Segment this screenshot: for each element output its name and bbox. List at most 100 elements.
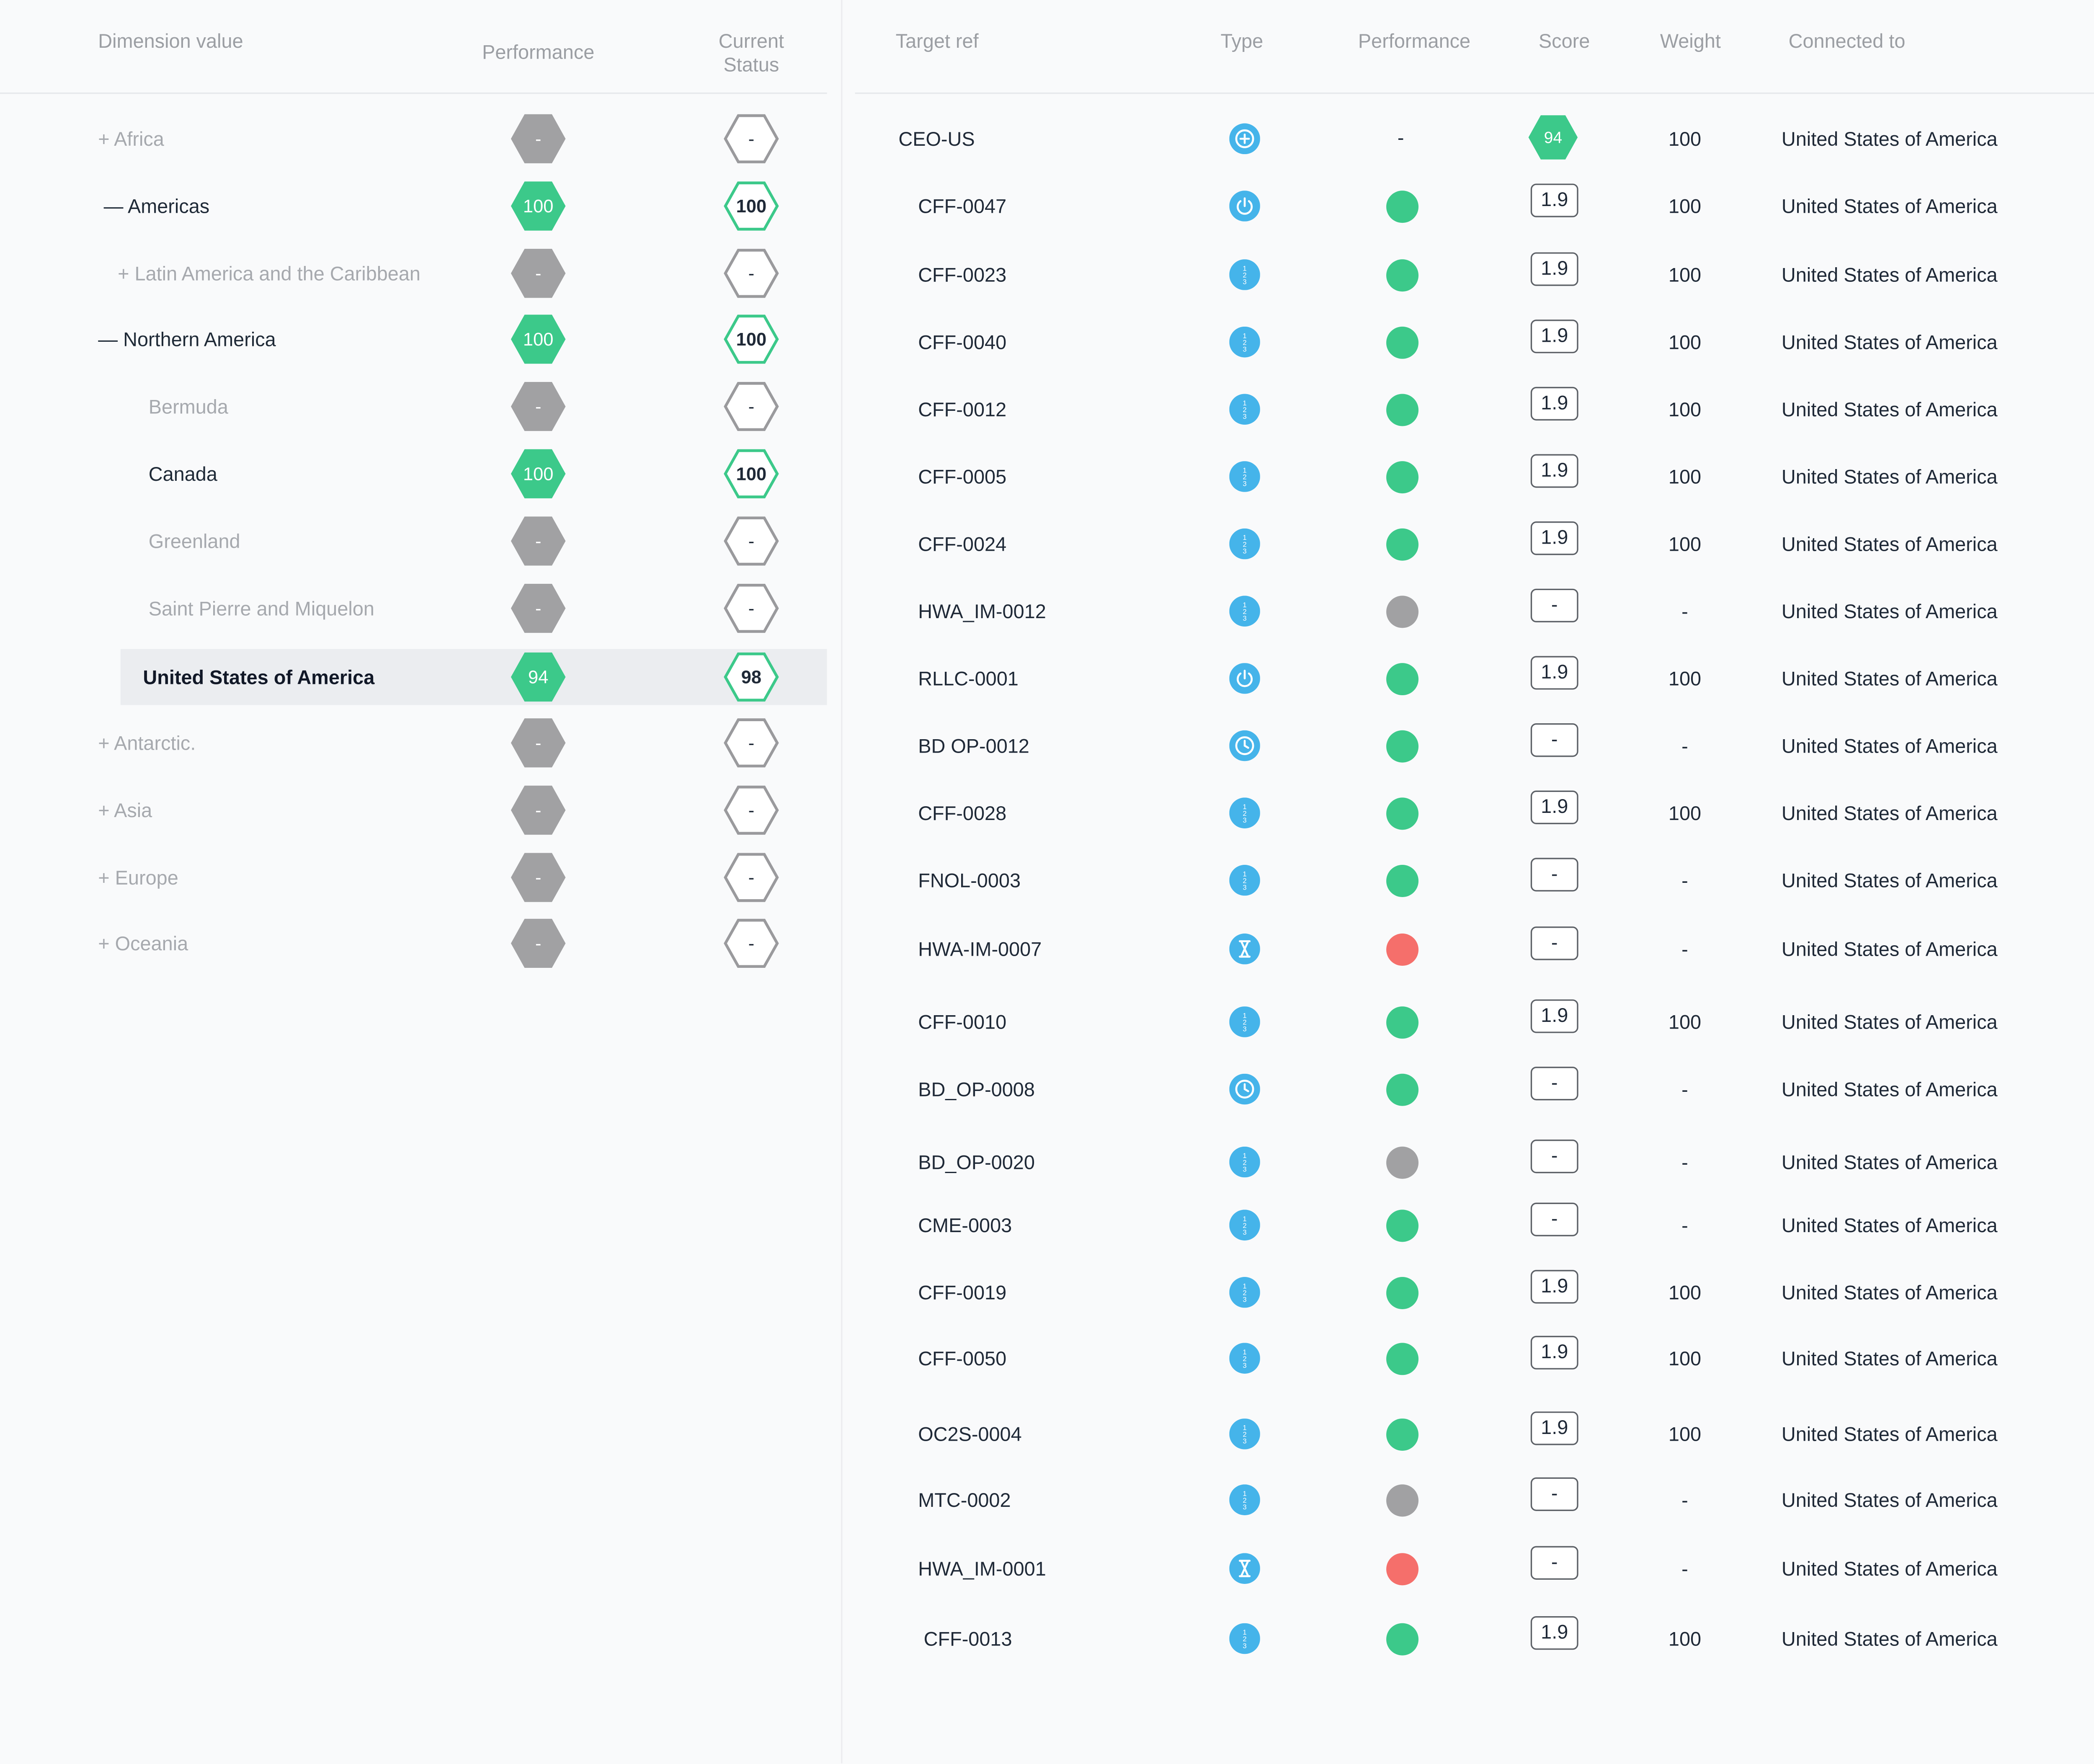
connected-to-value[interactable]: United States of America bbox=[1782, 533, 1998, 557]
dimension-row[interactable]: + Africa - - bbox=[0, 111, 841, 167]
score-box[interactable]: 1.9 bbox=[1530, 999, 1578, 1033]
dimension-label[interactable]: + Oceania bbox=[98, 932, 188, 956]
target-row[interactable]: CME-0003 1 2 3 - - United States of America bbox=[842, 1197, 2094, 1253]
dimension-label[interactable]: Greenland bbox=[149, 530, 240, 554]
score-box[interactable]: - bbox=[1530, 1546, 1578, 1580]
target-row[interactable]: BD_OP-0020 1 2 3 - - United States of America bbox=[842, 1134, 2094, 1190]
dimension-label[interactable]: — Northern America bbox=[98, 328, 276, 352]
dimension-row[interactable]: + Antarctic. - - bbox=[0, 715, 841, 771]
score-box[interactable]: 1.9 bbox=[1530, 1270, 1578, 1304]
target-row[interactable]: CFF-0050 1 2 3 1.9 100 United States of Americ… bbox=[842, 1330, 2094, 1386]
dimension-row[interactable]: + Oceania - - bbox=[0, 916, 841, 972]
connected-to-value[interactable]: United States of America bbox=[1782, 802, 1998, 825]
target-ref[interactable]: CFF-0028 bbox=[918, 802, 1006, 825]
target-ref[interactable]: MTC-0002 bbox=[918, 1488, 1011, 1512]
dimension-label[interactable]: + Africa bbox=[98, 128, 164, 152]
target-row[interactable]: HWA_IM-0012 1 2 3 - - United States of America bbox=[842, 583, 2094, 639]
target-ref[interactable]: CFF-0050 bbox=[918, 1347, 1006, 1371]
target-row[interactable]: CFF-0005 1 2 3 1.9 100 United States of Americ… bbox=[842, 449, 2094, 505]
connected-to-value[interactable]: United States of America bbox=[1782, 1488, 1998, 1512]
target-row[interactable]: CFF-0028 1 2 3 1.9 100 United States of Americ… bbox=[842, 785, 2094, 841]
score-box[interactable]: 1.9 bbox=[1530, 656, 1578, 690]
target-row[interactable]: HWA_IM-0001 - - United States of America bbox=[842, 1540, 2094, 1596]
target-ref[interactable]: CFF-0010 bbox=[918, 1011, 1006, 1034]
connected-to-value[interactable]: United States of America bbox=[1782, 1214, 1998, 1238]
connected-to-value[interactable]: United States of America bbox=[1782, 1281, 1998, 1305]
connected-to-value[interactable]: United States of America bbox=[1782, 869, 1998, 893]
score-box[interactable]: 1.9 bbox=[1530, 183, 1578, 217]
target-row[interactable]: CFF-0047 1.9 100 United States of America bbox=[842, 178, 2094, 234]
header-current-status[interactable]: Current Status bbox=[719, 29, 784, 77]
target-row[interactable]: CFF-0040 1 2 3 1.9 100 United States of Americ… bbox=[842, 314, 2094, 370]
score-box[interactable]: 1.9 bbox=[1530, 521, 1578, 555]
target-row[interactable]: CFF-0019 1 2 3 1.9 100 United States of Americ… bbox=[842, 1264, 2094, 1320]
target-ref[interactable]: CFF-0040 bbox=[918, 331, 1006, 355]
dimension-row[interactable]: — Americas 100 100 bbox=[0, 178, 841, 234]
target-row[interactable]: BD OP-0012 - - United States of America bbox=[842, 718, 2094, 774]
score-box[interactable]: 1.9 bbox=[1530, 1336, 1578, 1369]
connected-to-value[interactable]: United States of America bbox=[1782, 331, 1998, 355]
target-ref[interactable]: BD_OP-0020 bbox=[918, 1151, 1035, 1175]
connected-to-value[interactable]: United States of America bbox=[1782, 1151, 1998, 1175]
target-row[interactable]: HWA-IM-0007 - - United States of America bbox=[842, 921, 2094, 977]
target-row[interactable]: BD_OP-0008 - - United States of America bbox=[842, 1061, 2094, 1117]
target-ref[interactable]: CEO-US bbox=[898, 128, 975, 152]
target-row[interactable]: OC2S-0004 1 2 3 1.9 100 United States of Ameri… bbox=[842, 1406, 2094, 1462]
dimension-row[interactable]: + Latin America and the Caribbean - - bbox=[0, 245, 841, 302]
dimension-label[interactable]: United States of America bbox=[143, 666, 374, 690]
dimension-row[interactable]: + Asia - - bbox=[0, 782, 841, 838]
dimension-row[interactable]: Canada 100 100 bbox=[0, 446, 841, 502]
score-box[interactable]: - bbox=[1530, 1202, 1578, 1236]
score-box[interactable]: - bbox=[1530, 1140, 1578, 1173]
score-box[interactable]: 1.9 bbox=[1530, 320, 1578, 353]
score-box[interactable]: 1.9 bbox=[1530, 790, 1578, 824]
header-performance-targets[interactable]: Performance bbox=[1358, 29, 1470, 53]
connected-to-value[interactable]: United States of America bbox=[1782, 1347, 1998, 1371]
target-ref[interactable]: BD OP-0012 bbox=[918, 735, 1029, 758]
target-ref[interactable]: CFF-0005 bbox=[918, 465, 1006, 489]
connected-to-value[interactable]: United States of America bbox=[1782, 1423, 1998, 1447]
dimension-label[interactable]: Saint Pierre and Miquelon bbox=[149, 597, 374, 621]
connected-to-value[interactable]: United States of America bbox=[1782, 195, 1998, 219]
dimension-row[interactable]: United States of America 94 98 bbox=[0, 649, 841, 705]
connected-to-value[interactable]: United States of America bbox=[1782, 465, 1998, 489]
target-ref[interactable]: RLLC-0001 bbox=[918, 667, 1019, 691]
target-row[interactable]: CFF-0010 1 2 3 1.9 100 United States of Americ… bbox=[842, 994, 2094, 1050]
connected-to-value[interactable]: United States of America bbox=[1782, 938, 1998, 962]
target-ref[interactable]: HWA_IM-0001 bbox=[918, 1557, 1046, 1581]
dimension-label[interactable]: + Europe bbox=[98, 866, 178, 890]
target-row[interactable]: RLLC-0001 1.9 100 United States of America bbox=[842, 650, 2094, 707]
dimension-label[interactable]: + Antarctic. bbox=[98, 732, 196, 756]
dimension-row[interactable]: Saint Pierre and Miquelon - - bbox=[0, 580, 841, 637]
header-dimension-value[interactable]: Dimension value bbox=[98, 29, 243, 53]
target-ref[interactable]: CFF-0023 bbox=[918, 263, 1006, 287]
target-row[interactable]: CFF-0024 1 2 3 1.9 100 United States of Americ… bbox=[842, 516, 2094, 572]
target-ref[interactable]: BD_OP-0008 bbox=[918, 1078, 1035, 1102]
target-ref[interactable]: OC2S-0004 bbox=[918, 1423, 1021, 1447]
dimension-label[interactable]: Bermuda bbox=[149, 395, 228, 419]
dimension-label[interactable]: — Americas bbox=[104, 195, 210, 219]
target-row[interactable]: CFF-0013 1 2 3 1.9 100 United States of Americ… bbox=[842, 1611, 2094, 1667]
target-ref[interactable]: CFF-0019 bbox=[918, 1281, 1006, 1305]
dimension-row[interactable]: Greenland - - bbox=[0, 513, 841, 569]
dimension-label[interactable]: Canada bbox=[149, 462, 217, 486]
target-ref[interactable]: HWA_IM-0012 bbox=[918, 600, 1046, 624]
score-box[interactable]: - bbox=[1530, 858, 1578, 892]
target-row[interactable]: MTC-0002 1 2 3 - - United States of America bbox=[842, 1472, 2094, 1528]
header-score[interactable]: Score bbox=[1539, 29, 1590, 53]
target-row[interactable]: CFF-0023 1 2 3 1.9 100 United States of Americ… bbox=[842, 247, 2094, 303]
target-ref[interactable]: HWA-IM-0007 bbox=[918, 938, 1042, 962]
dimension-label[interactable]: + Asia bbox=[98, 799, 152, 823]
target-ref[interactable]: FNOL-0003 bbox=[918, 869, 1021, 893]
score-box[interactable]: - bbox=[1530, 1477, 1578, 1511]
dimension-row[interactable]: — Northern America 100 100 bbox=[0, 311, 841, 367]
target-ref[interactable]: CME-0003 bbox=[918, 1214, 1012, 1238]
target-ref[interactable]: CFF-0012 bbox=[918, 398, 1006, 422]
connected-to-value[interactable]: United States of America bbox=[1782, 1557, 1998, 1581]
connected-to-value[interactable]: United States of America bbox=[1782, 263, 1998, 287]
target-row[interactable]: FNOL-0003 1 2 3 - - United States of America bbox=[842, 852, 2094, 908]
target-ref[interactable]: CFF-0024 bbox=[918, 533, 1006, 557]
connected-to-value[interactable]: United States of America bbox=[1782, 1011, 1998, 1034]
header-target-ref[interactable]: Target ref bbox=[896, 29, 979, 53]
score-box[interactable]: 1.9 bbox=[1530, 1411, 1578, 1445]
